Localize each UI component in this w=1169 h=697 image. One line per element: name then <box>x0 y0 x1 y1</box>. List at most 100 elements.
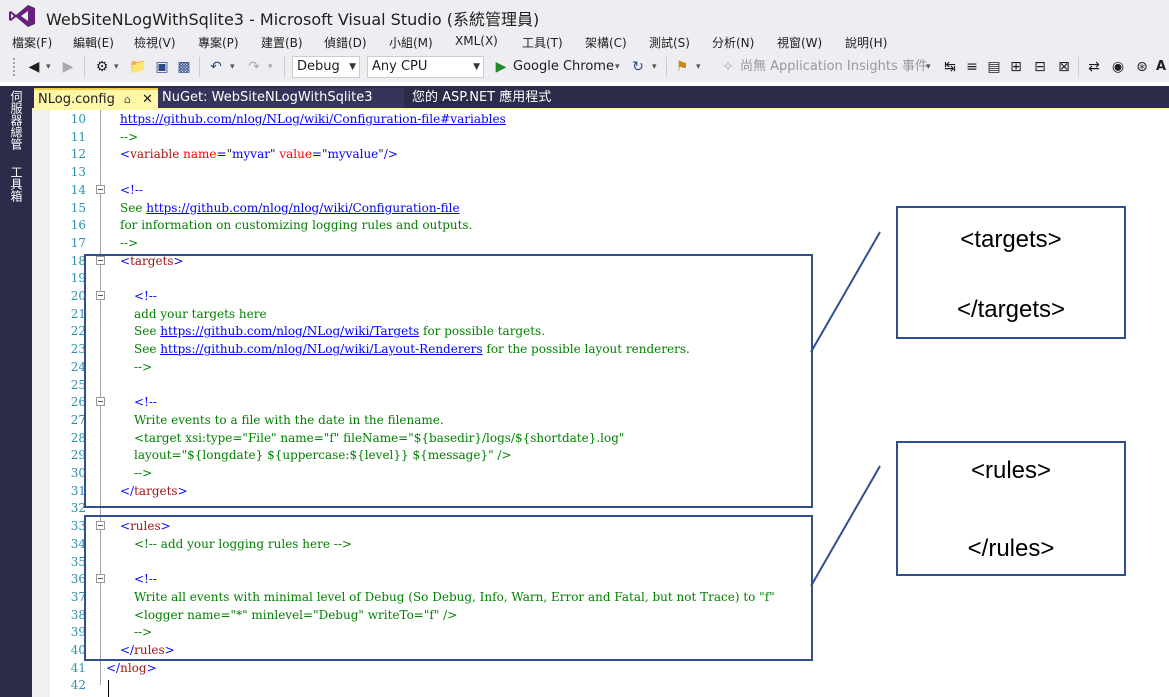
line-number: 30 <box>70 466 86 480</box>
menu-team[interactable]: 小組(M) <box>389 34 433 51</box>
navigate-forward-icon[interactable]: ▶ <box>58 57 78 77</box>
text-align-icon[interactable]: ≡ <box>962 57 982 77</box>
menu-debug[interactable]: 偵錯(D) <box>324 34 367 51</box>
start-browser-label[interactable]: Google Chrome <box>513 57 614 77</box>
hierarchy-icon[interactable]: ⊞ <box>1006 57 1026 77</box>
refresh-dropdown-icon[interactable]: ▾ <box>652 57 657 77</box>
toolbar-separator <box>199 57 200 77</box>
line-number: 38 <box>70 607 86 622</box>
close-icon[interactable]: ✕ <box>142 90 153 110</box>
chevron-down-icon: ▼ <box>473 62 480 72</box>
solution-configuration-value: Debug <box>297 59 340 74</box>
new-project-dropdown-icon[interactable]: ▾ <box>114 57 119 77</box>
code-text: --> <box>120 128 138 146</box>
visual-studio-logo-icon <box>9 5 35 27</box>
browser-link-icon[interactable]: ⚑ <box>672 57 692 77</box>
code-token: --> <box>120 235 139 250</box>
line-number: 40 <box>70 643 86 657</box>
code-line[interactable]: 11 --> <box>32 128 1169 146</box>
code-text: --> <box>120 234 138 252</box>
menu-project[interactable]: 專案(P) <box>198 34 239 51</box>
line-number: 16 <box>70 218 86 233</box>
rules-callout: <rules> </rules> <box>896 441 1126 576</box>
line-number: 28 <box>70 430 86 445</box>
menu-analyze[interactable]: 分析(N) <box>712 34 754 51</box>
menu-xml[interactable]: XML(X) <box>455 34 498 48</box>
standard-toolbar: ◀ ▾ ▶ ⚙ ▾ 📁 ▣ ▩ ↶ ▾ ↷ ▾ Debug ▼ Any CPU ▼ … <box>0 52 1169 82</box>
tab-nlog-config[interactable]: NLog.config ⌂ ✕ <box>34 88 160 108</box>
navigate-icon[interactable]: ⇄ <box>1084 57 1104 77</box>
line-number: 15 <box>70 200 86 215</box>
tab-label: NLog.config <box>38 92 115 107</box>
camera-icon[interactable]: ◉ <box>1108 57 1128 77</box>
menu-help[interactable]: 說明(H) <box>845 34 887 51</box>
code-line[interactable]: 12 <variable name="myvar" value="myvalue"… <box>32 145 1169 163</box>
start-debugging-icon[interactable]: ▶ <box>491 57 511 77</box>
code-line[interactable]: 13 <box>32 163 1169 181</box>
tree-view-icon[interactable]: ⊠ <box>1054 57 1074 77</box>
toolbar-separator <box>284 57 285 77</box>
app-insights-dropdown-icon[interactable]: ▾ <box>926 57 931 77</box>
line-number: 36 <box>70 572 86 587</box>
browser-link-dropdown-icon[interactable]: ▾ <box>696 57 701 77</box>
code-link[interactable]: https://github.com/nlog/nlog/wiki/Config… <box>146 201 459 215</box>
line-number: 12 <box>70 147 86 162</box>
code-token: variable <box>130 147 180 162</box>
line-number: 41 <box>70 660 86 675</box>
code-token: See <box>120 200 147 215</box>
diagram-icon[interactable]: ⊟ <box>1030 57 1050 77</box>
open-file-icon[interactable]: 📁 <box>128 57 148 77</box>
toolbox-tab[interactable]: 工具箱 <box>8 166 24 202</box>
collapse-toggle-icon[interactable] <box>96 184 105 194</box>
line-number: 23 <box>70 342 86 357</box>
targets-close-tag: </targets> <box>956 296 1066 323</box>
menu-window[interactable]: 視窗(W) <box>777 34 822 51</box>
code-line[interactable]: 42 <box>32 676 1169 694</box>
menu-view[interactable]: 檢視(V) <box>134 34 176 51</box>
line-number: 27 <box>70 412 86 427</box>
document-icon[interactable]: ▤ <box>984 57 1004 77</box>
step-over-icon[interactable]: ↹ <box>940 57 960 77</box>
menu-build[interactable]: 建置(B) <box>261 34 303 51</box>
menu-tools[interactable]: 工具(T) <box>522 34 563 51</box>
save-icon[interactable]: ▣ <box>152 57 172 77</box>
line-number: 17 <box>70 235 86 250</box>
code-link[interactable]: https://github.com/nlog/NLog/wiki/Config… <box>120 112 506 126</box>
code-token: value <box>275 147 312 162</box>
menu-edit[interactable]: 編輯(E) <box>73 34 114 51</box>
menu-test[interactable]: 測試(S) <box>649 34 690 51</box>
font-style-label[interactable]: A <box>1156 57 1166 77</box>
server-explorer-tab[interactable]: 伺服器總管 <box>8 90 24 150</box>
browser-dropdown-icon[interactable]: ▾ <box>615 57 620 77</box>
navigate-back-icon[interactable]: ◀ <box>24 57 44 77</box>
new-project-icon[interactable]: ⚙ <box>92 57 112 77</box>
save-all-icon[interactable]: ▩ <box>174 57 194 77</box>
redo-icon[interactable]: ↷ <box>244 57 264 77</box>
line-number: 20 <box>70 289 86 303</box>
back-dropdown-icon[interactable]: ▾ <box>46 57 51 77</box>
menu-architecture[interactable]: 架構(C) <box>585 34 627 51</box>
code-token: nlog <box>120 660 147 675</box>
code-text: for information on customizing logging r… <box>120 216 472 234</box>
title-bar: WebSiteNLogWithSqlite3 - Microsoft Visua… <box>0 0 1169 32</box>
code-line[interactable]: 14 <!-- <box>32 181 1169 199</box>
refresh-icon[interactable]: ↻ <box>628 57 648 77</box>
code-token: name <box>179 147 217 162</box>
code-line[interactable]: 41 </nlog> <box>32 659 1169 677</box>
code-text: </nlog> <box>106 659 157 677</box>
solution-platform-select[interactable]: Any CPU ▼ <box>367 56 484 78</box>
solution-configuration-select[interactable]: Debug ▼ <box>292 56 360 78</box>
tab-aspnet-app[interactable]: 您的 ASP.NET 應用程式 <box>408 88 628 108</box>
redo-dropdown-icon[interactable]: ▾ <box>268 57 273 77</box>
tab-nuget[interactable]: NuGet: WebSiteNLogWithSqlite3 <box>158 88 404 108</box>
toolbar-grip[interactable] <box>12 57 16 77</box>
menu-file[interactable]: 檔案(F) <box>12 34 52 51</box>
code-token: </ <box>106 660 121 675</box>
undo-icon[interactable]: ↶ <box>206 57 226 77</box>
undo-dropdown-icon[interactable]: ▾ <box>230 57 235 77</box>
bracket-icon[interactable]: ⊛ <box>1132 57 1152 77</box>
code-line[interactable]: 10 https://github.com/nlog/NLog/wiki/Conf… <box>32 110 1169 128</box>
application-insights-status[interactable]: 尚無 Application Insights 事件 <box>740 57 928 77</box>
pin-icon[interactable]: ⌂ <box>124 90 131 110</box>
code-text: See https://github.com/nlog/nlog/wiki/Co… <box>120 199 460 217</box>
